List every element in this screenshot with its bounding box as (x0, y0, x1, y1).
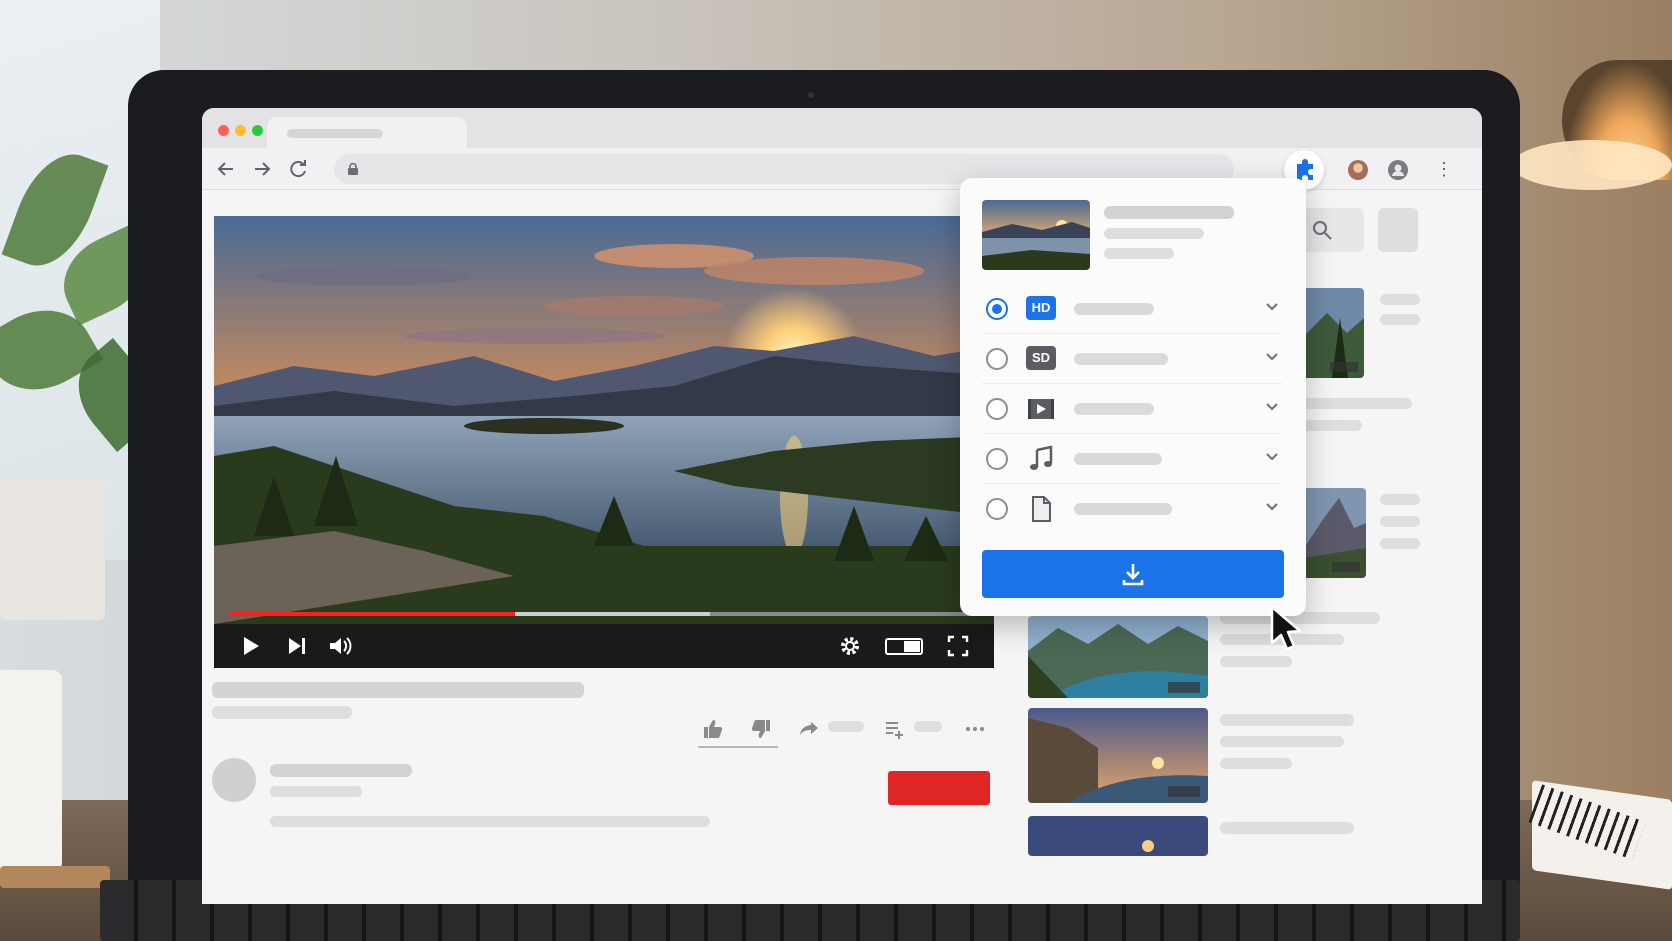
related-title-placeholder (1220, 736, 1344, 747)
settings-gear-icon[interactable] (836, 632, 864, 660)
related-title-placeholder (1220, 822, 1354, 834)
fullscreen-icon[interactable] (944, 632, 972, 660)
related-title-placeholder (1380, 516, 1420, 527)
plant-pot (0, 480, 105, 620)
browser-window: ⋮ HD SD (202, 108, 1482, 904)
channel-avatar[interactable] (212, 758, 256, 802)
minimize-window-button[interactable] (235, 125, 246, 136)
format-radio[interactable] (986, 448, 1008, 470)
search-icon[interactable] (1310, 218, 1334, 242)
tab-bar (202, 108, 1482, 148)
coaster (0, 866, 110, 888)
webcam (808, 92, 814, 98)
video-views-placeholder (212, 706, 352, 719)
related-title-placeholder (1220, 714, 1354, 726)
download-extension-popup: HD SD (960, 178, 1306, 616)
format-option-hd[interactable]: HD (982, 284, 1282, 334)
related-video-thumbnail[interactable] (1028, 616, 1208, 698)
subscriber-count-placeholder (270, 786, 362, 797)
save-playlist-icon[interactable] (884, 718, 906, 746)
video-frame (214, 216, 994, 624)
format-radio[interactable] (986, 298, 1008, 320)
related-video-thumbnail[interactable] (1028, 816, 1208, 856)
video-title-placeholder (212, 682, 584, 698)
channel-name-placeholder (270, 764, 412, 777)
format-radio[interactable] (986, 398, 1008, 420)
player-controls (214, 624, 994, 668)
dislike-icon[interactable] (750, 718, 772, 746)
lock-icon (348, 163, 358, 175)
account-icon[interactable] (1388, 160, 1408, 180)
popup-video-meta-placeholder (1104, 248, 1174, 259)
related-video-thumbnail[interactable] (1028, 708, 1208, 803)
video-player[interactable] (214, 216, 994, 668)
format-label-placeholder (1074, 403, 1154, 415)
like-icon[interactable] (702, 718, 724, 746)
document-icon (1032, 496, 1051, 522)
mouse-cursor-icon (1270, 605, 1302, 651)
related-title-placeholder (1380, 294, 1420, 305)
volume-icon[interactable] (326, 632, 354, 660)
browser-tab[interactable] (267, 117, 467, 148)
chevron-down-icon[interactable] (1264, 348, 1280, 364)
related-title-placeholder (1380, 538, 1420, 549)
share-icon[interactable] (798, 718, 820, 746)
tab-title-placeholder (287, 129, 383, 138)
music-note-icon (1030, 445, 1053, 470)
like-bar (698, 746, 778, 748)
format-radio[interactable] (986, 498, 1008, 520)
format-option-audio[interactable] (982, 434, 1282, 484)
profile-avatar-icon[interactable] (1348, 160, 1368, 180)
reload-icon[interactable] (286, 157, 310, 181)
subscribe-button[interactable] (888, 771, 990, 805)
related-channel-placeholder (1220, 758, 1292, 769)
related-video-thumbnail[interactable] (1302, 288, 1364, 378)
progress-bar (230, 612, 515, 616)
format-option-video-file[interactable] (982, 384, 1282, 434)
download-icon (1122, 564, 1144, 586)
chevron-down-icon[interactable] (1264, 498, 1280, 514)
sidebar-button-placeholder[interactable] (1378, 208, 1418, 252)
save-label-placeholder (914, 721, 942, 732)
chevron-down-icon[interactable] (1264, 448, 1280, 464)
download-button[interactable] (982, 550, 1284, 598)
close-window-button[interactable] (218, 125, 229, 136)
related-video-thumbnail[interactable] (1304, 488, 1366, 578)
format-radio[interactable] (986, 348, 1008, 370)
format-label-placeholder (1074, 303, 1154, 315)
hd-badge: HD (1026, 296, 1056, 320)
format-option-sd[interactable]: SD (982, 334, 1282, 384)
video-thumbnail (982, 200, 1090, 270)
format-label-placeholder (1074, 353, 1168, 365)
related-title-placeholder (1380, 314, 1420, 325)
related-title-placeholder (1380, 494, 1420, 505)
maximize-window-button[interactable] (252, 125, 263, 136)
back-arrow-icon[interactable] (214, 157, 238, 181)
lamp-glow (1512, 140, 1672, 190)
next-icon[interactable] (282, 632, 310, 660)
video-file-icon (1028, 399, 1054, 419)
description-placeholder (270, 816, 710, 827)
theater-mode-icon[interactable] (882, 632, 926, 660)
seek-bar[interactable] (230, 612, 980, 616)
format-option-document[interactable] (982, 484, 1282, 534)
chevron-down-icon[interactable] (1264, 398, 1280, 414)
browser-menu-icon[interactable]: ⋮ (1434, 159, 1454, 179)
related-channel-placeholder (1220, 656, 1292, 667)
sd-badge: SD (1026, 346, 1056, 370)
format-label-placeholder (1074, 503, 1172, 515)
chevron-down-icon[interactable] (1264, 298, 1280, 314)
share-label-placeholder (828, 721, 864, 732)
popup-video-meta-placeholder (1104, 228, 1204, 239)
related-title-placeholder (1302, 420, 1362, 431)
play-icon[interactable] (236, 632, 264, 660)
more-icon[interactable] (964, 718, 986, 746)
popup-video-title-placeholder (1104, 206, 1234, 219)
format-label-placeholder (1074, 453, 1162, 465)
forward-arrow-icon[interactable] (250, 157, 274, 181)
mug (0, 670, 62, 880)
related-title-placeholder (1302, 398, 1412, 409)
